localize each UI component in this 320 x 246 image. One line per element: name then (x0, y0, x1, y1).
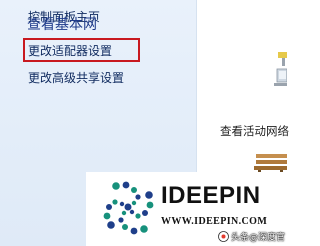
watermark-text: 头条@深度官 (231, 232, 286, 243)
change-advanced-sharing-link[interactable]: 更改高级共享设置 (28, 71, 124, 86)
change-adapter-settings-link[interactable]: 更改适配器设置 (28, 44, 112, 59)
ideepin-swirl-logo-icon (103, 181, 154, 235)
brand-name: IDEEPIN (161, 182, 261, 209)
brand-url: WWW.IDEEPIN.COM (161, 216, 268, 227)
toutiao-watermark-icon (218, 230, 229, 242)
active-networks-label: 查看活动网络 (220, 124, 289, 138)
watermark: 头条@深度官 (218, 229, 285, 243)
network-status-icon (274, 52, 287, 86)
page-title: 查看基本网 (27, 17, 97, 33)
